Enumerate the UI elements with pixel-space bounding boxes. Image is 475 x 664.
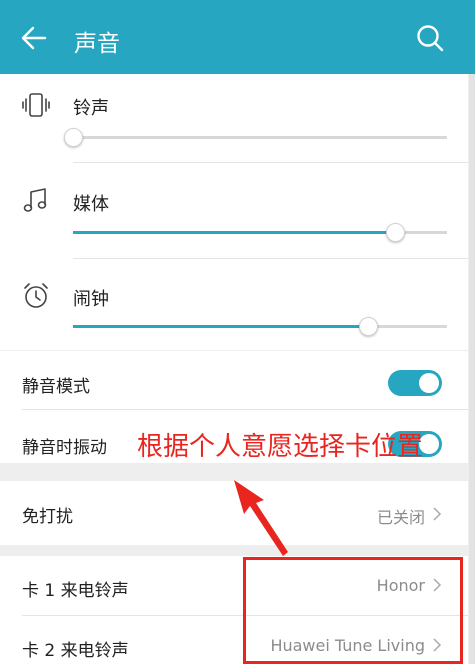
media-volume-slider[interactable] <box>73 223 447 242</box>
ringtone-label: 铃声 <box>73 98 109 119</box>
media-label: 媒体 <box>73 194 109 215</box>
chevron-right-icon <box>433 507 442 521</box>
silent-mode-toggle[interactable] <box>388 370 442 396</box>
app-bar: 声音 <box>0 0 475 74</box>
page-title: 声音 <box>74 31 120 57</box>
search-icon[interactable] <box>414 22 446 54</box>
alarm-slider-thumb[interactable] <box>359 317 379 336</box>
scrollbar[interactable] <box>469 74 475 664</box>
ringtone-slider-thumb[interactable] <box>64 128 83 147</box>
annotation-highlight-box <box>243 557 463 664</box>
music-note-icon <box>23 188 47 212</box>
alarm-volume-slider[interactable] <box>73 317 447 336</box>
sim1-ringtone-label: 卡 1 来电铃声 <box>22 581 129 601</box>
alarm-label: 闹钟 <box>73 289 109 310</box>
sim2-ringtone-label: 卡 2 来电铃声 <box>22 641 129 661</box>
ringtone-volume-slider[interactable] <box>64 128 447 147</box>
annotation-arrow <box>234 480 288 556</box>
divider <box>73 258 468 259</box>
vibrate-when-silent-label: 静音时振动 <box>22 438 107 458</box>
dnd-status: 已关闭 <box>376 508 425 527</box>
silent-mode-label: 静音模式 <box>22 377 90 397</box>
volume-card: 铃声 媒体 闹钟 <box>0 74 468 350</box>
dnd-label: 免打扰 <box>22 507 73 527</box>
divider <box>73 162 468 163</box>
alarm-slider-fill <box>73 325 369 328</box>
media-slider-fill <box>73 231 395 234</box>
divider <box>22 409 468 410</box>
alarm-clock-icon <box>24 283 48 308</box>
vibrate-phone-icon <box>22 93 50 117</box>
toggle-knob <box>419 373 439 393</box>
annotation-text: 根据个人意愿选择卡位置 <box>137 432 424 462</box>
media-slider-thumb[interactable] <box>385 223 405 242</box>
arrow-left-icon[interactable] <box>18 22 50 54</box>
